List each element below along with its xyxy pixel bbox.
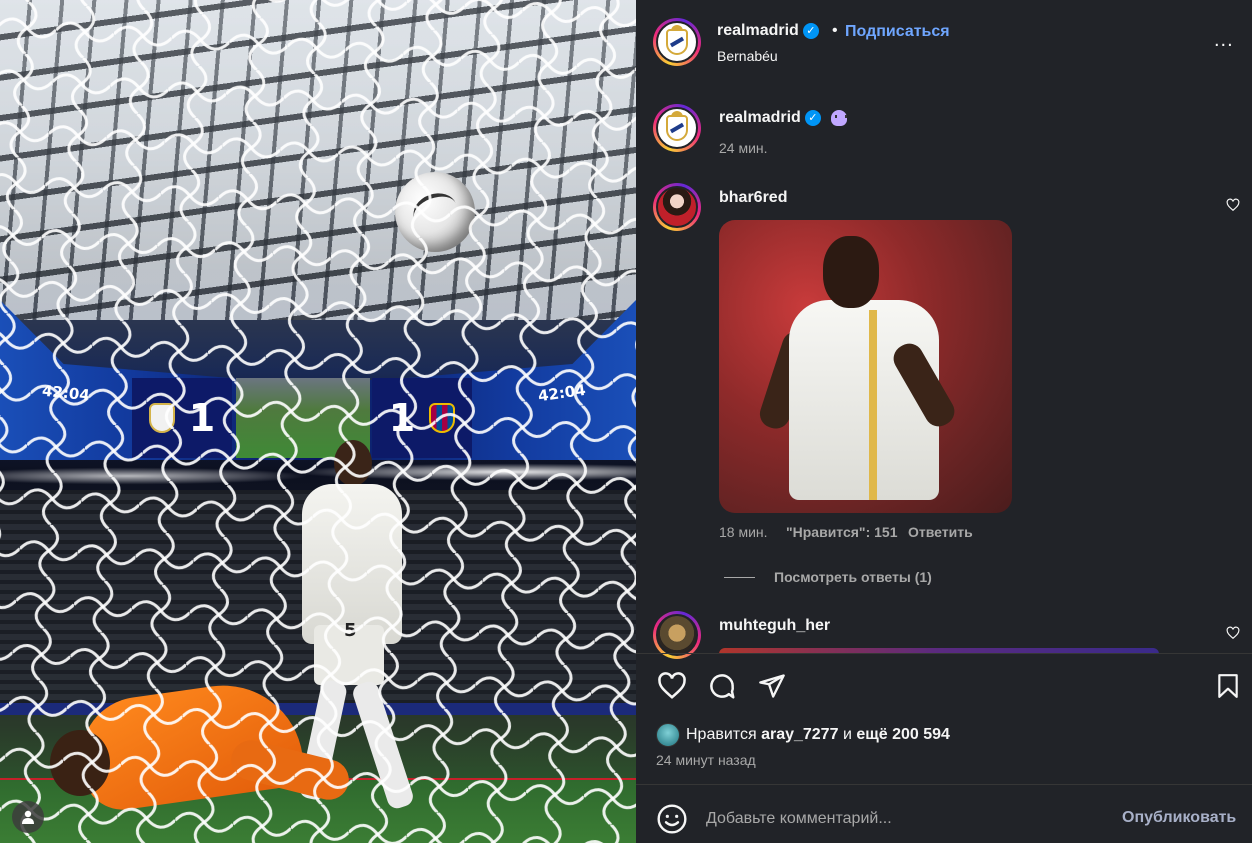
divider <box>636 653 1252 654</box>
divider <box>636 784 1252 785</box>
bookmark-icon <box>1218 674 1238 698</box>
comment-avatar[interactable] <box>653 611 701 659</box>
view-replies-button[interactable]: Посмотреть ответы (1) <box>774 569 932 585</box>
heart-icon <box>658 672 686 699</box>
home-score: 1 <box>188 396 216 440</box>
comment-time: 18 мин. <box>719 524 768 540</box>
stadium-roof <box>0 0 636 320</box>
real-madrid-crest-icon <box>666 25 688 55</box>
comment-like-button[interactable] <box>1226 626 1240 643</box>
football <box>395 172 475 252</box>
more-icon: ... <box>1214 29 1234 51</box>
real-madrid-crest-icon <box>148 403 175 433</box>
tagged-users-button[interactable] <box>12 801 44 833</box>
comment-reply-button[interactable]: Ответить <box>908 524 973 540</box>
likes-count[interactable]: ещё 200 594 <box>856 726 950 744</box>
save-button[interactable] <box>1210 668 1246 704</box>
post-header: realmadrid ✓ • Подписаться Bernabéu ... <box>636 0 1252 86</box>
player-head <box>334 440 372 486</box>
header-separator: • <box>832 22 838 39</box>
author-username[interactable]: realmadrid ✓ <box>717 22 819 40</box>
heart-icon <box>1226 198 1240 212</box>
comment-button[interactable] <box>704 668 740 704</box>
like-button[interactable] <box>654 668 690 704</box>
publish-button[interactable]: Опубликовать <box>1122 809 1236 827</box>
comment-icon <box>710 674 735 699</box>
goalkeeper-head <box>50 730 110 796</box>
player-number: 5 <box>344 620 357 641</box>
ghost-emoji-icon <box>830 109 847 126</box>
comment-input[interactable] <box>706 807 1106 831</box>
caption-username[interactable]: realmadrid ✓ <box>719 109 847 127</box>
more-options-button[interactable]: ... <box>1214 30 1234 50</box>
liker-username[interactable]: aray_7277 <box>761 726 838 744</box>
liker-avatar <box>656 723 680 747</box>
comment-like-button[interactable] <box>1226 198 1240 215</box>
caption-time: 24 мин. <box>719 140 768 156</box>
away-score: 1 <box>388 396 416 440</box>
comment-likes-count[interactable]: "Нравится": 151 <box>786 524 897 540</box>
comment-username[interactable]: bhar6red <box>719 189 787 207</box>
share-button[interactable] <box>754 668 790 704</box>
emoji-icon <box>657 804 687 834</box>
barcelona-crest-icon <box>429 403 456 433</box>
add-comment-bar: Опубликовать <box>636 795 1252 843</box>
comment-avatar[interactable] <box>653 183 701 231</box>
post-actions-bar <box>636 668 1252 708</box>
likes-middle: и <box>842 726 852 743</box>
replies-divider <box>724 577 755 578</box>
user-icon <box>22 810 34 824</box>
emoji-button[interactable] <box>656 803 688 835</box>
follow-button[interactable]: Подписаться <box>845 23 950 41</box>
heart-icon <box>1226 626 1240 640</box>
verified-icon: ✓ <box>804 109 821 126</box>
author-avatar[interactable] <box>653 18 701 66</box>
comment-username[interactable]: muhteguh_her <box>719 617 830 635</box>
likes-prefix: Нравится <box>686 726 757 743</box>
comment-image[interactable] <box>719 220 1012 513</box>
post-side-panel: realmadrid ✓ • Подписаться Bernabéu ... r… <box>636 0 1252 843</box>
scoreboard-home: 1 <box>132 378 232 458</box>
goalkeeper-figure <box>40 675 354 840</box>
share-icon <box>759 674 785 698</box>
caption-author-avatar[interactable] <box>653 104 701 152</box>
likes-summary[interactable]: Нравится aray_7277 и ещё 200 594 <box>656 722 950 748</box>
post-photo[interactable]: 42:04 42:04 1 1 5 <box>0 0 636 843</box>
player-leg-right <box>350 679 416 811</box>
verified-icon: ✓ <box>802 22 819 39</box>
post-location[interactable]: Bernabéu <box>717 48 778 64</box>
real-madrid-crest-icon <box>666 111 688 141</box>
post-time: 24 минут назад <box>656 752 756 768</box>
